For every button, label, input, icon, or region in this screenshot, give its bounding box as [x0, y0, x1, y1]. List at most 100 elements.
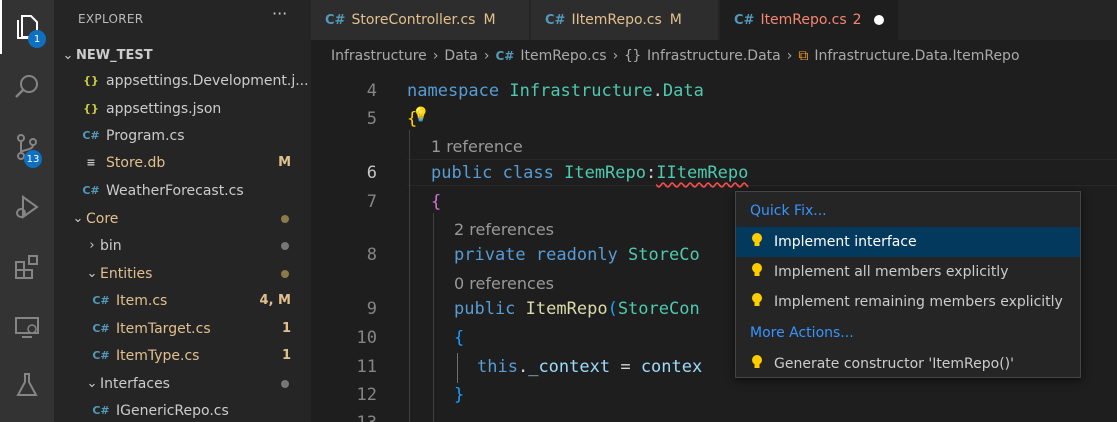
testing-icon[interactable]	[0, 358, 54, 412]
editor-tabs: C# StoreController.cs M C# IItemRepo.cs …	[311, 0, 1117, 40]
csharp-file-icon: C#	[495, 49, 515, 63]
line-number: 8	[366, 245, 377, 265]
line-number: 7	[366, 192, 377, 212]
modified-badge: M	[278, 155, 291, 170]
tree-item[interactable]: ≡ Store.db M	[54, 149, 311, 176]
tab-iitemrepo[interactable]: C# IItemRepo.cs M	[531, 0, 719, 40]
modified-mark: M	[669, 12, 682, 28]
breadcrumb-item[interactable]: Infrastructure.Data.ItemRepo	[814, 48, 1019, 64]
modified-dot	[281, 269, 289, 278]
search-icon[interactable]	[0, 60, 54, 114]
indent-guide	[409, 130, 410, 422]
tree-folder-bin[interactable]: › bin	[54, 232, 311, 259]
project-folder[interactable]: ⌄ NEW_TEST	[54, 42, 311, 69]
modified-mark: M	[483, 12, 496, 28]
csharp-file-icon: C#	[82, 129, 100, 142]
csharp-file-icon: C#	[325, 12, 346, 28]
status-dot	[281, 241, 289, 250]
tree-folder-entities[interactable]: ⌄ Entities	[54, 260, 311, 287]
breadcrumb-item[interactable]: Infrastructure	[331, 48, 427, 64]
tree-item[interactable]: {} appsettings.json	[54, 95, 311, 122]
json-file-icon: {}	[83, 74, 99, 87]
error-squiggle: IItemRepo	[656, 163, 749, 183]
line-number: 11	[356, 357, 377, 377]
csharp-file-icon: C#	[734, 12, 755, 28]
tree-item[interactable]: C# IGenericRepo.cs	[54, 397, 311, 422]
run-debug-icon[interactable]	[0, 180, 54, 234]
line-number: 10	[356, 328, 377, 348]
chevron-down-icon: ⌄	[72, 211, 84, 226]
problem-count: 2	[852, 12, 862, 28]
source-control-icon[interactable]: 13	[0, 120, 54, 174]
line-number: 12	[356, 385, 377, 405]
explorer-sidebar: EXPLORER ··· ⌄ NEW_TEST {} appsettings.D…	[54, 0, 311, 422]
quick-fix-item[interactable]: Implement interface	[736, 227, 1080, 257]
csharp-file-icon: C#	[82, 184, 100, 197]
extensions-icon[interactable]	[0, 240, 54, 294]
tree-item[interactable]: C# ItemTarget.cs 1	[54, 315, 311, 342]
code-line: namespace Infrastructure.Data	[407, 81, 704, 101]
breadcrumb-item[interactable]: ItemRepo.cs	[520, 48, 606, 64]
code-line: {	[454, 328, 465, 348]
quick-fix-item[interactable]: Implement all members explicitly	[736, 257, 1080, 287]
code-line: private readonly StoreCo	[454, 245, 700, 265]
problem-count-badge: 1	[281, 348, 291, 363]
quick-fix-menu: Quick Fix... Implement interface Impleme…	[735, 191, 1081, 378]
code-line: this._context = contex	[477, 357, 703, 377]
unsaved-dot-icon[interactable]	[873, 15, 884, 25]
csharp-file-icon: C#	[92, 294, 110, 307]
quick-fix-item[interactable]: Implement remaining members explicitly	[736, 287, 1080, 317]
database-file-icon: ≡	[86, 156, 96, 169]
breadcrumb-item[interactable]: Data	[444, 48, 477, 64]
lightbulb-icon	[750, 262, 764, 282]
line-number: 9	[366, 299, 377, 319]
code-line: {	[431, 192, 442, 212]
more-actions-button[interactable]: ···	[272, 4, 287, 23]
scm-badge: 13	[24, 150, 42, 168]
code-line: }	[454, 385, 465, 405]
indent-guide	[433, 213, 434, 422]
breadcrumb: Infrastructure › Data › C# ItemRepo.cs ›…	[311, 40, 1117, 72]
lightbulb-icon	[750, 354, 764, 374]
line-number: 6	[366, 163, 377, 183]
code-line: public class ItemRepo:IItemRepo	[431, 163, 749, 183]
chevron-right-icon: ›	[786, 48, 793, 64]
csharp-file-icon: C#	[92, 322, 110, 335]
breadcrumb-item[interactable]: Infrastructure.Data	[647, 48, 781, 64]
lightbulb-icon	[750, 232, 764, 252]
tree-folder-core[interactable]: ⌄ Core	[54, 205, 311, 232]
code-lens[interactable]: 1 reference	[431, 137, 523, 156]
line-number: 5	[366, 109, 377, 129]
chevron-down-icon: ⌄	[86, 266, 98, 281]
json-file-icon: {}	[83, 102, 99, 115]
more-actions-header: More Actions...	[750, 325, 854, 341]
tab-itemrepo[interactable]: C# ItemRepo.cs 2	[720, 0, 899, 40]
remote-explorer-icon[interactable]	[0, 300, 54, 354]
quick-fix-header: Quick Fix...	[750, 203, 827, 219]
activity-bar: 1 13	[0, 0, 54, 422]
line-number: 4	[366, 81, 377, 101]
csharp-file-icon: C#	[92, 404, 110, 417]
modified-dot	[281, 214, 289, 223]
chevron-right-icon: ›	[432, 48, 439, 64]
problem-count-badge: 1	[281, 321, 291, 336]
tree-item[interactable]: C# Program.cs	[54, 122, 311, 149]
chevron-right-icon: ›	[612, 48, 619, 64]
lightbulb-icon	[750, 292, 764, 312]
tree-folder-interfaces[interactable]: ⌄ Interfaces	[54, 370, 311, 397]
indent-guide-active	[457, 353, 458, 383]
csharp-file-icon: C#	[545, 12, 566, 28]
status-dot	[281, 379, 289, 388]
tree-item[interactable]: C# WeatherForecast.cs	[54, 177, 311, 204]
explorer-icon[interactable]: 1	[0, 0, 54, 54]
csharp-file-icon: C#	[92, 349, 110, 362]
code-lens[interactable]: 0 references	[454, 274, 554, 293]
tree-item[interactable]: C# Item.cs 4, M	[54, 287, 311, 314]
code-lens[interactable]: 2 references	[454, 220, 554, 239]
tab-storecontroller[interactable]: C# StoreController.cs M	[311, 0, 530, 40]
lightbulb-icon[interactable]: 💡	[412, 107, 429, 123]
quick-fix-item[interactable]: Generate constructor 'ItemRepo()'	[736, 349, 1080, 379]
tree-item[interactable]: {} appsettings.Development.j...	[54, 67, 311, 94]
tree-item[interactable]: C# ItemType.cs 1	[54, 342, 311, 369]
namespace-icon: {}	[624, 48, 642, 64]
